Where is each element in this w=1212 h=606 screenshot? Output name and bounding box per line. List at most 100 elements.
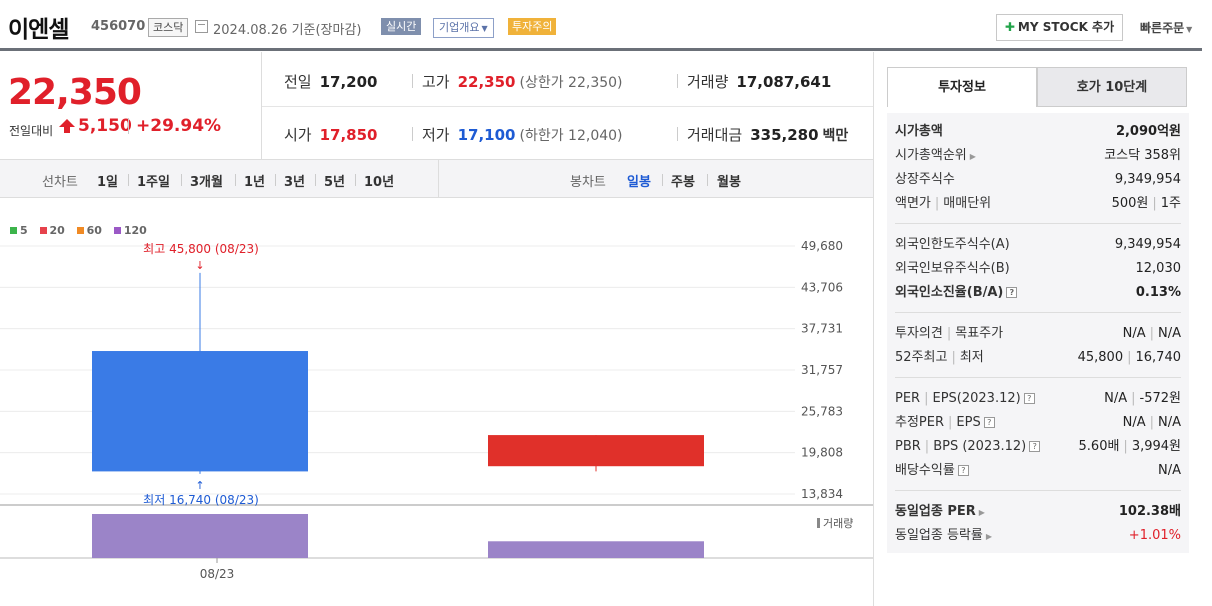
period-5y[interactable]: 5년 xyxy=(324,171,345,190)
header-divider xyxy=(0,48,1202,51)
tab-investment-info[interactable]: 투자정보 xyxy=(887,67,1037,107)
period-3y[interactable]: 3년 xyxy=(284,171,305,190)
pbr-value: 5.60배 xyxy=(1078,439,1120,454)
per-value: N/A xyxy=(1104,391,1128,406)
help-icon[interactable]: ? xyxy=(1023,393,1035,404)
volume-bar xyxy=(92,514,308,558)
separator: | xyxy=(1127,350,1132,365)
section-divider xyxy=(895,377,1181,378)
foreign-ratio-label: 외국인소진율(B/A) xyxy=(895,285,1004,300)
realtime-button[interactable]: 실시간 xyxy=(381,18,422,35)
tab-orderbook-10[interactable]: 호가 10단계 xyxy=(1037,67,1187,107)
cap-rank-row[interactable]: 시가총액순위 ▶ 코스닥 358위 xyxy=(895,146,1181,166)
shares-row: 상장주식수 9,349,954 xyxy=(895,170,1181,190)
separator: | xyxy=(948,415,953,430)
est-per-label-wrap: 추정PER | EPS? xyxy=(895,413,995,433)
industry-rate-label: 동일업종 등락률 xyxy=(895,528,983,543)
help-icon[interactable]: ? xyxy=(1006,287,1018,298)
period-10y[interactable]: 10년 xyxy=(364,171,394,190)
high-price: 고가 22,350 (상한가 22,350) xyxy=(422,71,623,92)
period-1y[interactable]: 1년 xyxy=(244,171,265,190)
unit-label: 매매단위 xyxy=(943,196,992,211)
target-label: 목표주가 xyxy=(955,326,1004,341)
high-value: 22,350 xyxy=(457,73,516,91)
change-value: 5,150 xyxy=(78,116,132,136)
stock-header: 이엔셀 456070 코스닥 2024.08.26 기준(장마감) 실시간 기업… xyxy=(0,0,1212,52)
separator: | xyxy=(1131,391,1136,406)
y-tick-label: 31,757 xyxy=(801,363,843,377)
y-tick-label: 19,808 xyxy=(801,446,843,460)
industry-rate-value: +1.01% xyxy=(1128,528,1181,543)
period-3m[interactable]: 3개월 xyxy=(190,171,223,190)
foreign-ratio-label-wrap: 외국인소진율(B/A)? xyxy=(895,283,1018,303)
industry-per-label: 동일업종 PER xyxy=(895,504,976,519)
industry-per-label-wrap: 동일업종 PER ▶ xyxy=(895,502,985,523)
change-percent: +29.94% xyxy=(136,116,222,136)
period-1d[interactable]: 1일 xyxy=(97,171,118,190)
est-per-label: 추정PER xyxy=(895,415,945,430)
separator: | xyxy=(1149,326,1154,341)
separator: | xyxy=(946,326,952,341)
w52-row: 52주최고 | 최저 45,800 | 16,740 xyxy=(895,348,1181,368)
foreign-hold-label: 외국인보유주식수(B) xyxy=(895,261,1010,276)
eps-label: EPS(2023.12) xyxy=(932,391,1021,406)
trade-amount: 거래대금 335,280 백만 xyxy=(687,124,848,145)
par-unit-row: 액면가 | 매매단위 500원 | 1주 xyxy=(895,194,1181,214)
chevron-right-icon: ▶ xyxy=(969,152,976,161)
stock-name: 이엔셀 xyxy=(8,17,69,43)
candle-monthly[interactable]: 월봉 xyxy=(717,171,741,190)
per-label: PER xyxy=(895,391,921,406)
pbr-label-wrap: PBR | BPS (2023.12)? xyxy=(895,437,1041,457)
industry-per-row[interactable]: 동일업종 PER ▶ 102.38배 xyxy=(895,502,1181,522)
separator: | xyxy=(1149,415,1154,430)
volume-swatch xyxy=(817,518,820,528)
divider xyxy=(275,174,276,186)
volume: 거래량 17,087,641 xyxy=(687,71,831,92)
per-row: PER | EPS(2023.12)? N/A | -572원 xyxy=(895,389,1181,409)
period-1w[interactable]: 1주일 xyxy=(137,171,170,190)
y-tick-label: 13,834 xyxy=(801,487,843,501)
company-overview-dropdown[interactable]: 기업개요 ▼ xyxy=(433,18,494,38)
industry-rate-row[interactable]: 동일업종 등락률 ▶ +1.01% xyxy=(895,526,1181,546)
add-mystock-button[interactable]: ✚ MY STOCK 추가 xyxy=(996,14,1123,41)
industry-per-value: 102.38배 xyxy=(1118,504,1181,519)
pbr-value-wrap: 5.60배 | 3,994원 xyxy=(1079,437,1181,457)
opinion-label-wrap: 투자의견 | 목표주가 xyxy=(895,324,1003,344)
price-chart[interactable]: 5 20 60 120 49,680 43,706 37,731 31,757 25,7… xyxy=(0,198,873,606)
help-icon[interactable]: ? xyxy=(957,465,969,476)
help-icon[interactable]: ? xyxy=(1029,441,1041,452)
low-price: 저가 17,100 (하한가 12,040) xyxy=(422,124,623,145)
volume-value: 17,087,641 xyxy=(736,73,832,91)
y-tick-label: 25,783 xyxy=(801,404,843,418)
cap-rank-value: 코스닥 358위 xyxy=(1104,148,1181,163)
open-value: 17,850 xyxy=(319,126,378,144)
volume-bar xyxy=(488,541,704,558)
foreign-limit-label: 외국인한도주식수(A) xyxy=(895,237,1010,252)
candle-body xyxy=(92,351,308,472)
upper-limit: (상한가 22,350) xyxy=(519,75,623,91)
quick-order-dropdown[interactable]: 빠른주문 ▼ xyxy=(1140,19,1192,36)
cap-rank-label-wrap: 시가총액순위 ▶ xyxy=(895,146,976,167)
shares-label: 상장주식수 xyxy=(895,172,955,187)
w52-high-label: 52주최고 xyxy=(895,350,948,365)
target-value: N/A xyxy=(1158,326,1181,341)
w52-high-value: 45,800 xyxy=(1077,350,1124,365)
help-icon[interactable]: ? xyxy=(983,417,995,428)
w52-label-wrap: 52주최고 | 최저 xyxy=(895,348,984,368)
y-tick-label: 49,680 xyxy=(801,239,843,253)
candle-daily[interactable]: 일봉 xyxy=(627,171,651,190)
divider xyxy=(677,127,678,141)
low-label: 저가 xyxy=(422,126,450,144)
chart-canvas: 49,680 43,706 37,731 31,757 25,783 19,808 13,8… xyxy=(0,239,873,581)
opinion-row: 투자의견 | 목표주가 N/A | N/A xyxy=(895,324,1181,344)
separator: | xyxy=(924,439,930,454)
dividend-row: 배당수익률? N/A xyxy=(895,461,1181,481)
w52-value-wrap: 45,800 | 16,740 xyxy=(1078,348,1181,368)
line-chart-label: 선차트 xyxy=(42,175,78,190)
candle-chart-label: 봉차트 xyxy=(570,175,606,190)
candle-weekly[interactable]: 주봉 xyxy=(671,171,695,190)
dividend-label: 배당수익률 xyxy=(895,463,955,478)
est-per-value-wrap: N/A | N/A xyxy=(1123,413,1181,433)
par-value: 500원 xyxy=(1111,196,1149,211)
trade-amount-label: 거래대금 xyxy=(687,126,743,144)
